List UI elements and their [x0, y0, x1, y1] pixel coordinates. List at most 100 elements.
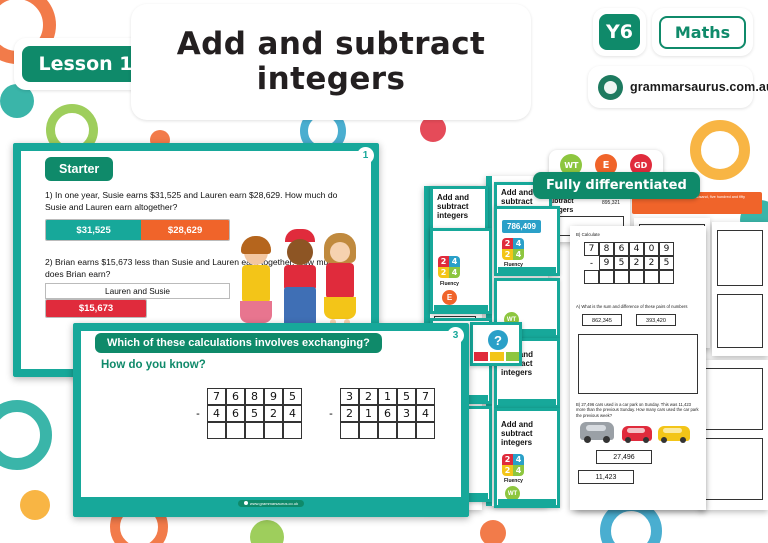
worksheet-main-front[interactable]: B) Calculate 7 8 6 4 0 9 - 9 5 2 2 5 A) …: [570, 226, 706, 510]
calc-digit: 8: [599, 242, 614, 256]
calc-digit: 1: [359, 405, 378, 422]
word-problem-value1-box[interactable]: 27,496: [596, 450, 652, 464]
calc-answer-cell[interactable]: [378, 422, 397, 439]
swatch-green: [506, 352, 519, 361]
mini-slide-title: Add and subtract integers: [501, 420, 533, 448]
tile-quadrant: 2: [438, 256, 449, 267]
working-area-box[interactable]: [578, 334, 698, 394]
calc-answer-cell[interactable]: [397, 422, 416, 439]
worksheet-column-calc[interactable]: 7 8 6 4 0 9 - 9 5 2 2 5: [584, 242, 674, 284]
calc-digit: 6: [226, 388, 245, 405]
calc-digit: 2: [644, 256, 659, 270]
decorative-doodle: [250, 520, 284, 543]
calc-answer-cell[interactable]: [359, 422, 378, 439]
mini-slide-question[interactable]: ?: [470, 322, 522, 366]
calc-answer-cell[interactable]: [226, 422, 245, 439]
calc-answer-cell[interactable]: [659, 270, 674, 284]
slide-question-title: Which of these calculations involves exc…: [95, 333, 382, 353]
worksheet-word-problem: B) 27,496 cars used in a car park on Sun…: [576, 402, 699, 418]
mini-slide-footer: [498, 499, 556, 505]
calc-digit: 8: [245, 388, 264, 405]
mini-slide-9[interactable]: Add and subtract integers 2 4 2 4 Fluenc…: [494, 408, 560, 508]
calculation-right[interactable]: 3 2 1 5 7 - 2 1 6 3 4: [322, 388, 435, 439]
answer-value-badge: 786,409: [502, 220, 541, 233]
tile-icon: 2 4 2 4: [438, 256, 460, 278]
car-illustration-yellow-wheel: [680, 437, 686, 443]
calc-digit: 9: [659, 242, 674, 256]
tile-icon: 2 4 2 4: [502, 454, 524, 476]
tile-icon: 2 4 2 4: [502, 238, 524, 260]
difficulty-badge-e: E: [442, 290, 457, 305]
calc-digit: 2: [340, 405, 359, 422]
calc-answer-cell[interactable]: [283, 422, 302, 439]
page-title-line1: Add and subtract: [176, 26, 486, 63]
calc-answer-cell[interactable]: [644, 270, 659, 284]
car-illustration-red-wheel: [643, 437, 649, 443]
calc-operator: -: [590, 258, 593, 268]
tile-quadrant: 2: [502, 249, 513, 260]
calc-digit: 4: [629, 242, 644, 256]
calculation-left[interactable]: 7 6 8 9 5 - 4 6 5 2 4: [189, 388, 302, 439]
calc-answer-cell[interactable]: [599, 270, 614, 284]
calc-answer-cell[interactable]: [416, 422, 435, 439]
bar-segment-right: $28,629: [141, 220, 229, 240]
calc-digit: 4: [283, 405, 302, 422]
calc-digit: 0: [644, 242, 659, 256]
worksheet-thumb-right-2[interactable]: [712, 222, 768, 356]
calc-digit: 7: [416, 388, 435, 405]
calc-answer-cell[interactable]: [340, 422, 359, 439]
footer-brand: www.grammarsaurus.co.uk: [237, 499, 305, 507]
sheet-box: [705, 438, 763, 500]
calc-operator: -: [196, 407, 200, 420]
word-problem-value2: 11,423: [595, 474, 617, 481]
mini-slide-footer: [434, 305, 488, 311]
calc-answer-cell[interactable]: [614, 270, 629, 284]
calc-answer-cell[interactable]: [584, 270, 599, 284]
tile-quadrant: 4: [449, 256, 460, 267]
car-illustration-grey-wheel: [603, 436, 610, 443]
calc-digit: 6: [378, 405, 397, 422]
calc-answer-cell[interactable]: [264, 422, 283, 439]
tile-quadrant: 2: [502, 454, 513, 465]
calc-digit: 4: [207, 405, 226, 422]
subject-badge: Maths: [652, 8, 753, 56]
compare-value-a-box[interactable]: 862,345: [582, 314, 622, 326]
decorative-doodle: [690, 120, 750, 180]
character-overalls: [284, 287, 316, 327]
subject-badge-label: Maths: [658, 15, 747, 49]
mini-slide-6[interactable]: 786,409 2 4 2 4 Fluency: [494, 206, 560, 276]
calc-digit: 5: [283, 388, 302, 405]
slide-exchanging[interactable]: 3 Which of these calculations involves e…: [73, 323, 469, 517]
sheet-box: [717, 294, 763, 348]
compare-value-b: 393,420: [646, 318, 666, 324]
calc-digit: 6: [614, 242, 629, 256]
calc-digit: 5: [397, 388, 416, 405]
worksheet-thumb-right-3[interactable]: [700, 360, 768, 510]
calc-spacer: [189, 422, 207, 439]
worksheet-compare-prompt: A) What is the sum and difference of the…: [576, 304, 688, 309]
calc-digit: 1: [378, 388, 397, 405]
fully-differentiated-banner: Fully differentiated: [533, 172, 700, 199]
character-face: [330, 242, 350, 262]
decorative-doodle: [0, 400, 52, 470]
slide-number: 1: [357, 147, 374, 164]
word-problem-value2-box[interactable]: 11,423: [578, 470, 634, 484]
tile-quadrant: 4: [513, 238, 524, 249]
calc-answer-cell[interactable]: [207, 422, 226, 439]
worksheet-section-label: B) Calculate: [576, 232, 600, 237]
compare-value-b-box[interactable]: 393,420: [636, 314, 676, 326]
character-top: [326, 263, 354, 299]
bar-model-2-label: Lauren and Susie: [45, 283, 230, 299]
footer-brand-text: www.grammarsaurus.co.uk: [249, 500, 299, 506]
tile-quadrant: 4: [513, 454, 524, 465]
tile-quadrant: 2: [438, 267, 449, 278]
tile-quadrant: 4: [449, 267, 460, 278]
compare-value-a: 862,345: [592, 318, 612, 324]
mini-slide-footer: [498, 399, 556, 405]
car-illustration-red-wheel: [625, 437, 631, 443]
calc-spacer: [189, 388, 207, 405]
calc-spacer: [322, 388, 340, 405]
calc-answer-cell[interactable]: [245, 422, 264, 439]
calc-answer-cell[interactable]: [629, 270, 644, 284]
mini-slide-2[interactable]: 2 4 2 4 Fluency E: [430, 228, 492, 314]
